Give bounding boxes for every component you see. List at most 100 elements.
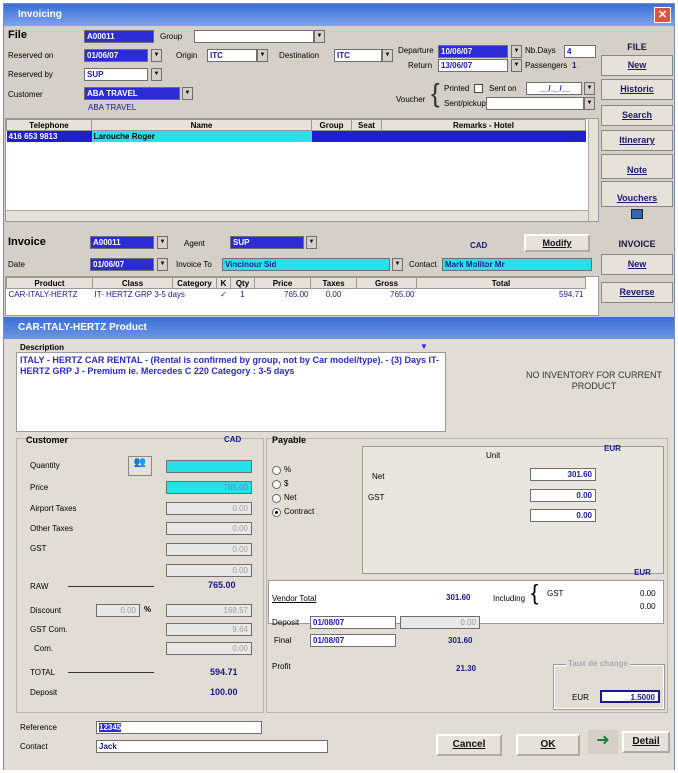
- reserved-by-field[interactable]: SUP: [84, 68, 148, 81]
- chevron-down-icon[interactable]: ▼: [420, 342, 428, 351]
- quantity-field[interactable]: [166, 460, 252, 473]
- radio-dollar[interactable]: [272, 480, 281, 489]
- col-price[interactable]: Price: [254, 277, 311, 289]
- print-icon[interactable]: [631, 209, 643, 219]
- sent-on-field[interactable]: __/__/__: [526, 82, 582, 95]
- col-total[interactable]: Total: [416, 277, 586, 289]
- col-name[interactable]: Name: [91, 119, 312, 131]
- payable-gst-field[interactable]: 0.00: [530, 489, 596, 502]
- group-select[interactable]: [194, 30, 314, 43]
- gst-com-label: GST Com.: [30, 625, 68, 634]
- origin-field[interactable]: ITC: [207, 49, 257, 62]
- export-arrow-icon[interactable]: ➜: [588, 730, 618, 754]
- invoice-contact-field[interactable]: Mark Molitor Mr: [442, 258, 592, 271]
- net-field[interactable]: 301.60: [530, 468, 596, 481]
- reference-field[interactable]: 12345: [96, 721, 262, 734]
- vouchers-button[interactable]: Vouchers: [601, 181, 673, 207]
- close-icon[interactable]: ✕: [654, 7, 671, 23]
- gst-com-field[interactable]: 9.64: [166, 623, 252, 636]
- deposit-amount-field[interactable]: 0.00: [400, 616, 480, 629]
- payable-extra-field[interactable]: 0.00: [530, 509, 596, 522]
- chevron-down-icon[interactable]: ▼: [157, 258, 168, 271]
- price-field[interactable]: 765.00: [166, 481, 252, 494]
- col-k[interactable]: K: [216, 277, 231, 289]
- customer-field[interactable]: ABA TRAVEL: [84, 87, 180, 100]
- departure-field[interactable]: 10/06/07: [438, 45, 508, 58]
- chevron-down-icon[interactable]: ▼: [584, 82, 595, 95]
- nb-days-field[interactable]: 4: [564, 45, 596, 58]
- reverse-button[interactable]: Reverse: [601, 282, 673, 303]
- gst-field[interactable]: 0.00: [166, 543, 252, 556]
- chevron-down-icon[interactable]: ▼: [151, 49, 162, 62]
- search-button[interactable]: Search: [601, 105, 673, 126]
- return-field[interactable]: 13/06/07: [438, 59, 508, 72]
- agent-label: Agent: [184, 239, 205, 248]
- itinerary-button[interactable]: Itinerary: [601, 130, 673, 151]
- chevron-down-icon[interactable]: ▼: [314, 30, 325, 43]
- file-id-field[interactable]: A00011: [84, 30, 154, 43]
- invoice-to-field[interactable]: Vincinour Sid: [222, 258, 390, 271]
- inc-other-value: 0.00: [640, 602, 656, 611]
- deposit-value: 100.00: [210, 687, 238, 697]
- col-qty[interactable]: Qty: [230, 277, 255, 289]
- people-icon[interactable]: 👥: [128, 456, 152, 476]
- bottom-contact-field[interactable]: Jack: [96, 740, 328, 753]
- agent-field[interactable]: SUP: [230, 236, 304, 249]
- chevron-down-icon[interactable]: ▼: [584, 97, 595, 110]
- discount-pct-field[interactable]: 0.00: [96, 604, 140, 617]
- chevron-down-icon[interactable]: ▼: [392, 258, 403, 271]
- chevron-down-icon[interactable]: ▼: [157, 236, 168, 249]
- printed-checkbox[interactable]: [474, 84, 483, 93]
- chevron-down-icon[interactable]: ▼: [511, 45, 522, 58]
- table-row[interactable]: 416 653 9813 Larouche Roger: [6, 130, 586, 142]
- sent-pickup-select[interactable]: [486, 97, 584, 110]
- col-gross[interactable]: Gross: [356, 277, 417, 289]
- invoice-id-field[interactable]: A00011: [90, 236, 154, 249]
- chevron-down-icon[interactable]: ▼: [382, 49, 393, 62]
- col-remarks[interactable]: Remarks - Hotel: [381, 119, 586, 131]
- chevron-down-icon[interactable]: ▼: [257, 49, 268, 62]
- chevron-down-icon[interactable]: ▼: [151, 68, 162, 81]
- invoice-lines-table: Product Class Category K Qty Price Taxes…: [5, 276, 599, 316]
- exchange-rate-field[interactable]: 1.5000: [600, 690, 660, 703]
- radio-contract[interactable]: [272, 508, 281, 517]
- discount-field[interactable]: 168.57: [166, 604, 252, 617]
- radio-percent[interactable]: [272, 466, 281, 475]
- payable-unit-box: [362, 446, 664, 574]
- extra-tax-field[interactable]: 0.00: [166, 564, 252, 577]
- invoice-new-button[interactable]: New: [601, 254, 673, 275]
- description-box[interactable]: ITALY - HERTZ CAR RENTAL - (Rental is co…: [16, 352, 446, 432]
- note-button[interactable]: Note: [601, 154, 673, 179]
- chevron-down-icon[interactable]: ▼: [306, 236, 317, 249]
- detail-button[interactable]: Detail: [622, 731, 670, 753]
- cancel-button[interactable]: Cancel: [436, 734, 502, 756]
- col-product[interactable]: Product: [6, 277, 93, 289]
- com-field[interactable]: 0.00: [166, 642, 252, 655]
- other-taxes-field[interactable]: 0.00: [166, 522, 252, 535]
- ok-button[interactable]: OK: [516, 734, 580, 756]
- final-date-field[interactable]: 01/08/07: [310, 634, 396, 647]
- file-new-button[interactable]: New: [601, 55, 673, 76]
- table-row[interactable]: CAR-ITALY-HERTZ IT- HERTZ GRP 3-5 days ✓…: [7, 289, 586, 300]
- col-seat[interactable]: Seat: [351, 119, 382, 131]
- destination-field[interactable]: ITC: [334, 49, 382, 62]
- reserved-on-field[interactable]: 01/06/07: [84, 49, 148, 62]
- deposit-date-field[interactable]: 01/08/07: [310, 616, 396, 629]
- check-icon: ✓: [220, 289, 227, 299]
- chevron-down-icon[interactable]: ▼: [182, 87, 193, 100]
- col-category[interactable]: Category: [172, 277, 217, 289]
- col-group[interactable]: Group: [311, 119, 352, 131]
- radio-net[interactable]: [272, 494, 281, 503]
- modify-button[interactable]: Modify: [524, 234, 590, 252]
- invoice-date-field[interactable]: 01/06/07: [90, 258, 154, 271]
- chevron-down-icon[interactable]: ▼: [511, 59, 522, 72]
- col-class[interactable]: Class: [92, 277, 173, 289]
- airport-taxes-field[interactable]: 0.00: [166, 502, 252, 515]
- historic-button[interactable]: Historic: [601, 79, 673, 100]
- horizontal-scrollbar[interactable]: [6, 210, 588, 221]
- col-taxes[interactable]: Taxes: [310, 277, 357, 289]
- vertical-scrollbar[interactable]: [588, 119, 598, 221]
- profit-value: 21.30: [456, 664, 477, 673]
- col-telephone[interactable]: Telephone: [6, 119, 92, 131]
- divider: [68, 672, 154, 673]
